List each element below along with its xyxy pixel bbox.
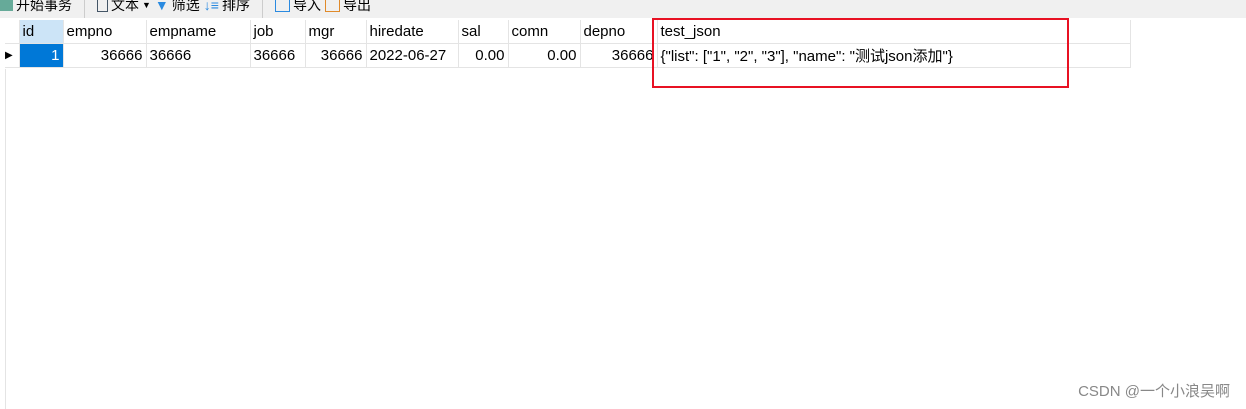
column-header-mgr[interactable]: mgr (305, 20, 367, 44)
dropdown-icon: ▼ (142, 0, 151, 10)
sort-button[interactable]: ↓≡ 排序 (204, 0, 250, 15)
filter-icon: ▼ (154, 0, 169, 13)
cell-sal[interactable]: 0.00 (458, 43, 509, 68)
cell-empname[interactable]: 36666 (146, 43, 251, 68)
column-header-sal[interactable]: sal (458, 20, 509, 44)
cell-comn[interactable]: 0.00 (508, 43, 581, 68)
divider (84, 0, 85, 18)
document-icon (97, 0, 108, 12)
column-header-id[interactable]: id (19, 20, 64, 44)
transaction-icon (0, 0, 13, 11)
cell-hiredate[interactable]: 2022-06-27 (366, 43, 459, 68)
column-header-hiredate[interactable]: hiredate (366, 20, 459, 44)
toolbar: 开始事务 文本 ▼ ▼ 筛选 ↓≡ 排序 导入 导出 (0, 0, 1246, 18)
import-button[interactable]: 导入 (274, 0, 321, 15)
cell-depno[interactable]: 36666 (580, 43, 658, 68)
cell-id[interactable]: 1 (19, 43, 64, 68)
export-button[interactable]: 导出 (324, 0, 371, 15)
column-header-empno[interactable]: empno (63, 20, 147, 44)
row-indicator-icon[interactable]: ▶ (5, 43, 20, 68)
import-icon (274, 0, 290, 12)
sort-icon: ↓≡ (203, 0, 219, 13)
filter-button[interactable]: ▼ 筛选 (155, 0, 200, 15)
divider (261, 0, 263, 18)
column-header-empname[interactable]: empname (146, 20, 251, 44)
column-header-depno[interactable]: depno (580, 20, 658, 44)
grid-empty-area (5, 69, 1246, 409)
column-header-job[interactable]: job (250, 20, 306, 44)
begin-transaction-button[interactable]: 开始事务 (0, 0, 72, 15)
cell-empno[interactable]: 36666 (63, 43, 147, 68)
cell-job[interactable]: 36666 (250, 43, 306, 68)
corner-cell (5, 20, 20, 44)
text-button[interactable]: 文本 ▼ (97, 0, 151, 15)
highlight-box (652, 18, 1069, 88)
cell-mgr[interactable]: 36666 (305, 43, 367, 68)
column-header-comn[interactable]: comn (508, 20, 581, 44)
export-icon (324, 0, 340, 12)
watermark: CSDN @一个小浪吴啊 (1078, 383, 1230, 400)
